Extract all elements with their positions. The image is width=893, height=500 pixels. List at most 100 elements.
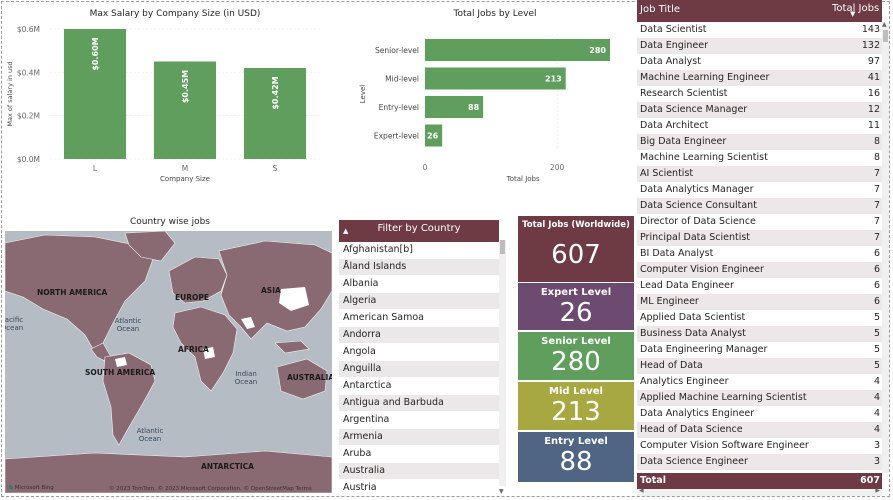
table-scroll-thumb[interactable] — [883, 30, 888, 42]
table-row[interactable]: Computer Vision Engineer 6 — [637, 262, 882, 278]
table-row[interactable]: Analytics Engineer 4 — [637, 374, 882, 390]
slicer-item[interactable]: Afghanistan[b] — [339, 242, 499, 259]
bing-logo-text: Microsoft Bing — [14, 485, 54, 491]
slicer-item[interactable]: Åland Islands — [339, 259, 499, 276]
table-row[interactable]: Computer Vision Software Engineer 3 — [637, 438, 882, 454]
column-header-job-title[interactable]: Job Title — [637, 0, 832, 22]
slicer-item[interactable]: American Samoa — [339, 310, 499, 327]
job-title-cell: Data Analyst — [640, 56, 701, 67]
table-row[interactable]: Data Science Consultant 7 — [637, 198, 882, 214]
job-title-table[interactable]: Job Title Total Jobs ▼ Data Scientist 143… — [637, 0, 882, 490]
table-row[interactable]: Director of Data Science 7 — [637, 214, 882, 230]
slicer-item[interactable]: Argentina — [339, 412, 499, 429]
total-jobs-cell: 7 — [873, 216, 880, 227]
job-title-cell: Business Data Analyst — [640, 328, 746, 339]
table-horizontal-scrollbar[interactable]: ◀ ▶ — [637, 487, 882, 496]
job-title-cell: Analytics Engineer — [640, 376, 729, 387]
slicer-scroll-thumb[interactable] — [500, 240, 505, 254]
table-row[interactable]: Data Analytics Manager 7 — [637, 182, 882, 198]
table-scroll-right-icon[interactable]: ▶ — [875, 487, 880, 494]
table-row[interactable]: Principal Data Scientist 7 — [637, 230, 882, 246]
table-row[interactable]: Data Engineering Manager 5 — [637, 342, 882, 358]
table-scroll-left-icon[interactable]: ◀ — [639, 487, 644, 494]
slicer-item[interactable]: Aruba — [339, 446, 499, 463]
slicer-scrollbar[interactable]: ▼ — [499, 240, 506, 495]
country-map[interactable]: NORTH AMERICA EUROPE ASIA AFRICA SOUTH A… — [5, 231, 332, 493]
column-header-total-jobs[interactable]: Total Jobs ▼ — [832, 0, 882, 22]
bing-logo: b Microsoft Bing — [9, 485, 54, 491]
level-chart[interactable]: Total Jobs by Level 0 200 280 Senior-level 2… — [340, 0, 630, 200]
table-row[interactable]: Data Science Manager 12 — [637, 102, 882, 118]
slicer-title: Filter by Country — [377, 223, 461, 234]
total-jobs-cell: 16 — [867, 88, 880, 99]
table-row[interactable]: AI Scientist 7 — [637, 166, 882, 182]
table-row[interactable]: Data Analyst 97 — [637, 54, 882, 70]
table-row[interactable]: Head of Data 5 — [637, 358, 882, 374]
kpi-expert-label: Expert Level — [540, 287, 612, 298]
slicer-item[interactable]: Angola — [339, 344, 499, 361]
total-jobs-cell: 4 — [873, 376, 880, 387]
table-row[interactable]: Data Engineer 132 — [637, 38, 882, 54]
slicer-item[interactable]: Algeria — [339, 293, 499, 310]
kpi-expert-level: Expert Level 26 — [518, 283, 634, 330]
table-vertical-scrollbar[interactable]: ▲ — [882, 21, 889, 473]
kpi-total-jobs: Total Jobs (Worldwide) 607 — [518, 216, 634, 282]
job-title-cell: Head of Data — [640, 360, 703, 371]
level-bar[interactable] — [425, 39, 610, 61]
total-jobs-cell: 6 — [873, 248, 880, 259]
ocean-label-pacific: Pacific Ocean — [5, 316, 24, 332]
salary-ytick-label: $0.4M — [17, 68, 40, 77]
table-row[interactable]: Data Science Engineer 3 — [637, 454, 882, 470]
slicer-item[interactable]: Anguilla — [339, 361, 499, 378]
job-title-cell: Director of Data Science — [640, 216, 756, 227]
map-credit[interactable]: © 2023 TomTom, © 2023 Microsoft Corporat… — [109, 486, 329, 492]
salary-bar-data-label: $0.42M — [271, 76, 280, 109]
total-jobs-cell: 3 — [873, 440, 880, 451]
scroll-down-icon[interactable]: ▼ — [499, 488, 504, 495]
salary-chart[interactable]: Max Salary by Company Size (in USD) $0.0… — [0, 0, 330, 200]
country-slicer[interactable]: Filter by Country ▲ Afghanistan[b] Åland … — [339, 220, 499, 496]
table-row[interactable]: Machine Learning Scientist 8 — [637, 150, 882, 166]
salary-xaxis-title: Company Size — [160, 175, 210, 183]
job-title-cell: Applied Data Scientist — [640, 312, 746, 323]
table-row[interactable]: Lead Data Engineer 6 — [637, 278, 882, 294]
table-row[interactable]: Machine Learning Engineer 41 — [637, 70, 882, 86]
job-title-cell: Applied Machine Learning Scientist — [640, 392, 807, 403]
salary-ytick-label: $0.0M — [17, 155, 40, 164]
slicer-item[interactable]: Antigua and Barbuda — [339, 395, 499, 412]
table-row[interactable]: Data Analytics Engineer 4 — [637, 406, 882, 422]
salary-yaxis-title: Max of salary in usd — [6, 61, 14, 126]
collapse-triangle-icon[interactable]: ▲ — [343, 222, 348, 240]
table-scroll-up-icon[interactable]: ▲ — [882, 21, 887, 28]
slicer-item[interactable]: Australia — [339, 463, 499, 480]
table-row[interactable]: Data Architect 11 — [637, 118, 882, 134]
job-title-cell: Data Engineer — [640, 40, 709, 51]
job-title-cell: Data Science Consultant — [640, 200, 757, 211]
table-row[interactable]: Data Scientist 143 — [637, 22, 882, 38]
job-title-cell: Data Science Manager — [640, 104, 748, 115]
slicer-item[interactable]: Antarctica — [339, 378, 499, 395]
table-row[interactable]: Research Scientist 16 — [637, 86, 882, 102]
slicer-item[interactable]: Armenia — [339, 429, 499, 446]
job-title-cell: Lead Data Engineer — [640, 280, 734, 291]
slicer-item[interactable]: Andorra — [339, 327, 499, 344]
slicer-item[interactable]: Albania — [339, 276, 499, 293]
table-row[interactable]: Business Data Analyst 5 — [637, 326, 882, 342]
kpi-entry-value: 88 — [559, 447, 593, 477]
job-title-cell: Big Data Engineer — [640, 136, 727, 147]
kpi-total-value: 607 — [551, 240, 601, 270]
job-title-cell: Data Analytics Engineer — [640, 408, 755, 419]
table-row[interactable]: BI Data Analyst 6 — [637, 246, 882, 262]
slicer-item[interactable]: Austria — [339, 480, 499, 496]
continent-label-europe: EUROPE — [175, 293, 209, 302]
sort-descending-icon[interactable]: ▼ — [850, 5, 855, 23]
table-row[interactable]: Head of Data Science 4 — [637, 422, 882, 438]
table-row[interactable]: Applied Data Scientist 5 — [637, 310, 882, 326]
table-row[interactable]: Big Data Engineer 8 — [637, 134, 882, 150]
job-title-cell: Head of Data Science — [640, 424, 743, 435]
ocean-label-indian: Indian Ocean — [234, 370, 258, 386]
job-title-cell: Computer Vision Software Engineer — [640, 440, 809, 451]
table-row[interactable]: Applied Machine Learning Scientist 4 — [637, 390, 882, 406]
slicer-header[interactable]: Filter by Country ▲ — [339, 220, 499, 242]
table-row[interactable]: ML Engineer 6 — [637, 294, 882, 310]
